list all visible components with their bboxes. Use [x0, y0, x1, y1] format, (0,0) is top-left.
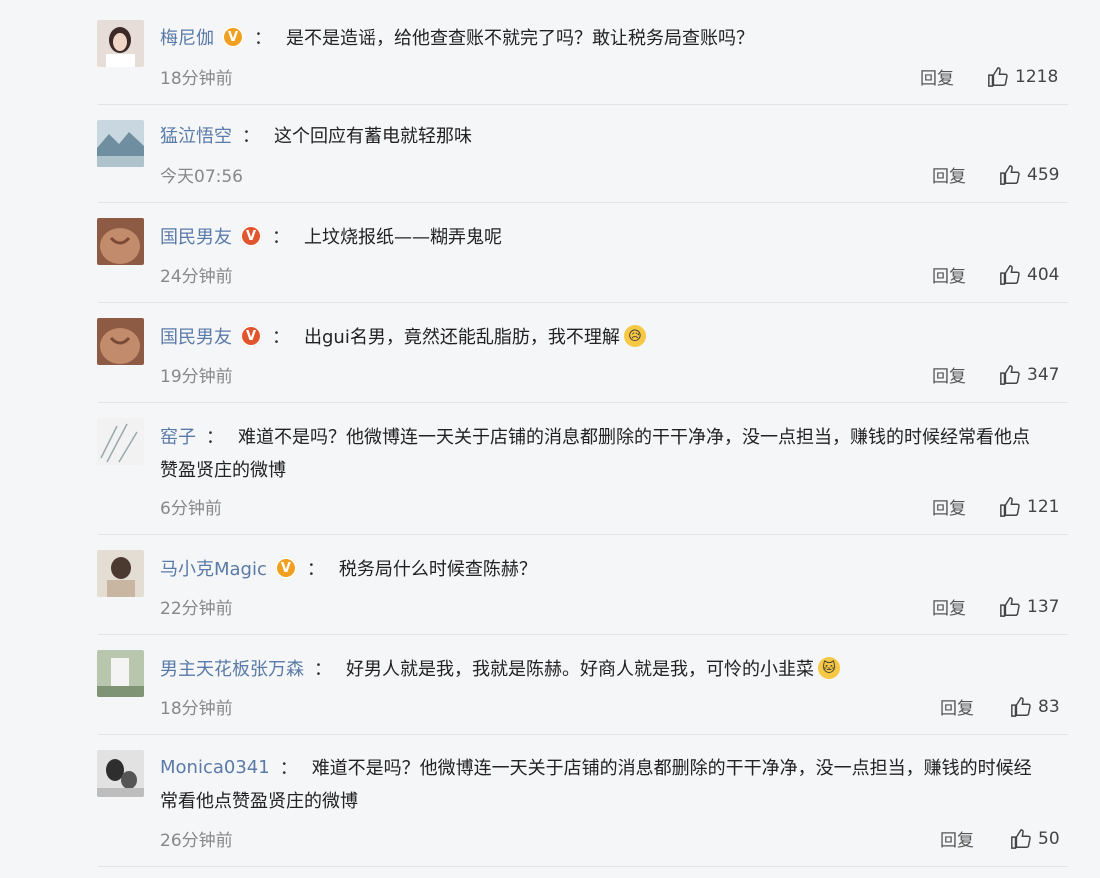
thumbs-up-icon — [1000, 597, 1020, 617]
comment-time: 今天07:56 — [160, 167, 243, 187]
colon: ： — [272, 327, 290, 348]
comment-time: 18分钟前 — [160, 69, 233, 89]
colon: ： — [242, 126, 260, 147]
verified-badge-icon: V — [240, 225, 262, 247]
colon: ： — [272, 227, 290, 248]
colon: ： — [306, 559, 325, 580]
colon: ： — [254, 28, 272, 49]
thumbs-up-icon — [1000, 497, 1020, 517]
avatar[interactable] — [97, 550, 144, 597]
colon: ： — [279, 758, 298, 779]
comment-text: 难道不是吗？他微博连一天关于店铺的消息都删除的干干净净，没一点担当，赚钱的时候经… — [238, 427, 1030, 448]
avatar[interactable] — [97, 418, 144, 465]
verified-badge-icon: V — [222, 26, 244, 48]
reply-button[interactable]: 回复 — [920, 64, 954, 89]
reply-button[interactable]: 回复 — [932, 162, 966, 187]
divider — [98, 634, 1068, 635]
like-button[interactable]: 459 — [999, 164, 1059, 186]
like-button[interactable]: 1218 — [987, 66, 1058, 88]
reply-button[interactable]: 回复 — [932, 594, 966, 619]
comment-time: 24分钟前 — [160, 267, 233, 287]
comment-time: 26分钟前 — [160, 831, 233, 851]
like-count: 121 — [1027, 497, 1060, 517]
divider — [98, 104, 1068, 105]
like-count: 347 — [1027, 365, 1060, 385]
thumbs-up-icon — [1000, 265, 1020, 285]
like-count: 1218 — [1015, 67, 1059, 87]
like-count: 459 — [1027, 165, 1060, 185]
comment-time: 19分钟前 — [160, 367, 233, 387]
divider — [98, 866, 1068, 867]
reply-button[interactable]: 回复 — [940, 694, 974, 719]
emoji-icon: 😥 — [623, 325, 646, 347]
thumbs-up-icon — [1011, 697, 1031, 717]
avatar[interactable] — [97, 218, 144, 265]
comment-text: 税务局什么时候查陈赫？ — [338, 559, 537, 580]
comment-time: 18分钟前 — [160, 699, 233, 719]
like-count: 83 — [1038, 697, 1060, 717]
like-button[interactable]: 137 — [999, 596, 1059, 618]
divider — [98, 302, 1068, 303]
comment-time: 6分钟前 — [160, 499, 222, 519]
thumbs-up-icon — [988, 67, 1008, 87]
divider — [98, 734, 1068, 735]
username[interactable]: 猛泣悟空 — [160, 122, 232, 148]
comment-text: 难道不是吗？他微博连一天关于店铺的消息都删除的干干净净，没一点担当，赚钱的时候经 — [311, 758, 1032, 779]
comment-time: 22分钟前 — [160, 599, 233, 619]
emoji-icon: 🐱 — [818, 657, 840, 679]
comment-text: 是不是造谣，给他查查账不就完了吗？敢让税务局查账吗？ — [286, 28, 754, 49]
thumbs-up-icon — [1011, 829, 1031, 849]
verified-badge-icon: V — [274, 557, 297, 579]
colon: ： — [314, 659, 332, 680]
reply-button[interactable]: 回复 — [932, 262, 966, 287]
username[interactable]: 马小克Magic — [160, 555, 267, 581]
thumbs-up-icon — [1000, 365, 1020, 385]
username[interactable]: Monica0341 — [160, 757, 270, 778]
like-count: 404 — [1027, 265, 1060, 285]
comment-text: 出gui名男，竟然还能乱脂肪，我不理解 — [304, 327, 620, 348]
divider — [98, 534, 1068, 535]
comment-text: 上坟烧报纸——糊弄鬼呢 — [304, 227, 502, 248]
like-count: 50 — [1038, 829, 1060, 849]
divider — [98, 402, 1068, 403]
like-button[interactable]: 347 — [999, 364, 1059, 386]
like-button[interactable]: 404 — [999, 264, 1059, 286]
comment-text: 好男人就是我，我就是陈赫。好商人就是我，可怜的小韭菜 — [346, 659, 814, 680]
username[interactable]: 国民男友 — [160, 223, 232, 249]
avatar[interactable] — [97, 120, 144, 167]
thumbs-up-icon — [1000, 165, 1020, 185]
comment-text-continued: 常看他点赞盈贤庄的微博 — [160, 791, 358, 812]
username[interactable]: 窑子 — [160, 423, 196, 449]
comment-text-continued: 赞盈贤庄的微博 — [160, 460, 286, 481]
like-count: 137 — [1027, 597, 1060, 617]
username[interactable]: 国民男友 — [160, 323, 232, 349]
comment-list: 梅尼伽 V ： 是不是造谣，给他查查账不就完了吗？敢让税务局查账吗？ 18分钟前… — [0, 0, 1100, 878]
avatar[interactable] — [97, 20, 144, 67]
reply-button[interactable]: 回复 — [932, 362, 966, 387]
like-button[interactable]: 83 — [1010, 696, 1060, 718]
verified-badge-icon: V — [240, 325, 262, 347]
username[interactable]: 男主天花板张万森 — [160, 655, 304, 681]
like-button[interactable]: 121 — [999, 496, 1059, 518]
colon: ： — [206, 427, 224, 448]
comment-text: 这个回应有蓄电就轻那味 — [274, 126, 472, 147]
username[interactable]: 梅尼伽 — [160, 24, 214, 50]
reply-button[interactable]: 回复 — [932, 494, 966, 519]
reply-button[interactable]: 回复 — [940, 826, 974, 851]
avatar[interactable] — [97, 650, 144, 697]
like-button[interactable]: 50 — [1010, 828, 1060, 850]
avatar[interactable] — [97, 318, 144, 365]
avatar[interactable] — [97, 750, 144, 797]
divider — [98, 202, 1068, 203]
